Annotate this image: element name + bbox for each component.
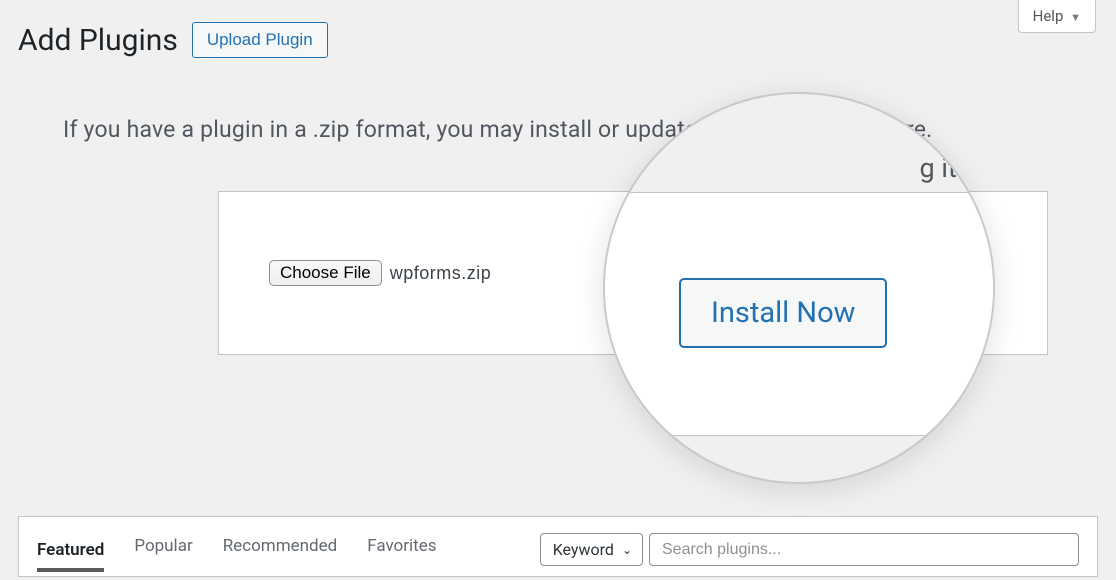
- page-header: Add Plugins Upload Plugin: [0, 0, 1116, 68]
- help-dropdown[interactable]: Help ▼: [1018, 0, 1096, 33]
- choose-file-button[interactable]: Choose File: [269, 260, 382, 286]
- upload-instruction: If you have a plugin in a .zip format, y…: [18, 108, 1098, 151]
- tab-featured[interactable]: Featured: [37, 540, 104, 572]
- upload-plugin-button[interactable]: Upload Plugin: [192, 22, 328, 58]
- tab-popular[interactable]: Popular: [134, 536, 192, 564]
- file-input-group: Choose File wpforms.zip: [269, 260, 491, 286]
- search-filter-group: Keyword ⌄: [540, 533, 1079, 566]
- chevron-down-icon: ⌄: [622, 543, 632, 557]
- upload-section: If you have a plugin in a .zip format, y…: [18, 108, 1098, 355]
- install-now-button[interactable]: Install Now: [779, 238, 987, 308]
- help-label: Help: [1033, 7, 1064, 25]
- chevron-down-icon: ▼: [1070, 11, 1081, 24]
- search-filter-label: Keyword: [553, 540, 614, 559]
- selected-filename: wpforms.zip: [390, 263, 492, 284]
- tab-recommended[interactable]: Recommended: [223, 536, 338, 564]
- plugin-tabs-bar: Featured Popular Recommended Favorites K…: [18, 516, 1098, 577]
- upload-panel: Choose File wpforms.zip Install Now: [218, 191, 1048, 355]
- search-plugins-input[interactable]: [649, 533, 1079, 566]
- search-filter-select[interactable]: Keyword ⌄: [540, 533, 643, 566]
- tab-favorites[interactable]: Favorites: [367, 536, 436, 564]
- page-title: Add Plugins: [18, 23, 178, 58]
